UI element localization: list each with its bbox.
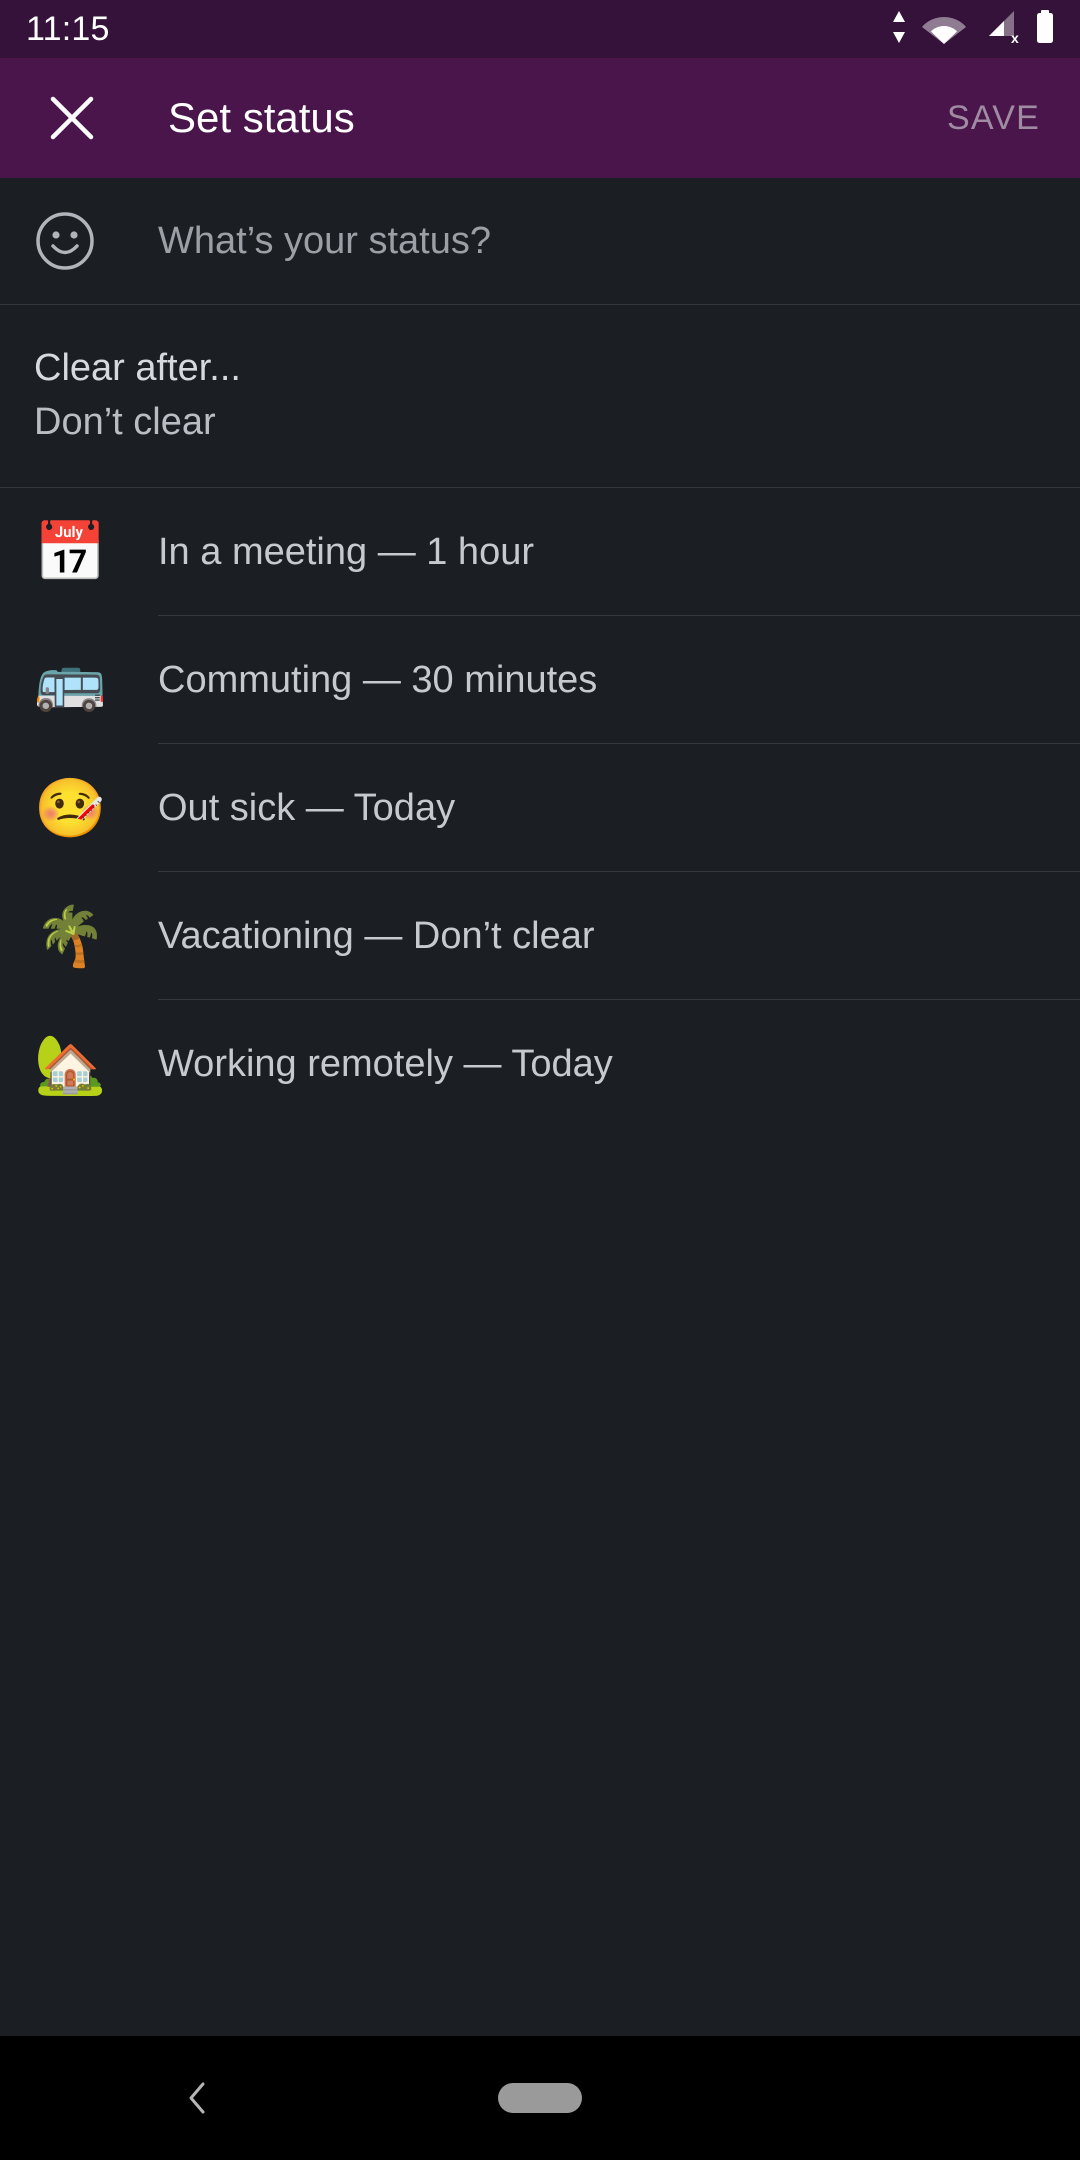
page-title: Set status — [168, 94, 355, 141]
list-item-label: Vacationing — Don’t clear — [158, 914, 595, 957]
status-bar-clock: 11:15 — [26, 10, 110, 48]
back-button[interactable] — [170, 2070, 226, 2126]
home-pill-button[interactable] — [498, 2083, 582, 2113]
list-item[interactable]: 🏡 Working remotely — Today — [0, 1000, 1080, 1128]
close-button[interactable] — [34, 80, 110, 156]
back-icon — [189, 2082, 205, 2114]
status-preset-list: 📅 In a meeting — 1 hour 🚌 Commuting — 30… — [0, 488, 1080, 1128]
clear-after-row[interactable]: Clear after... Don’t clear — [0, 305, 1080, 487]
list-item[interactable]: 📅 In a meeting — 1 hour — [0, 488, 1080, 617]
main-content: Clear after... Don’t clear 📅 In a meetin… — [0, 178, 1080, 2036]
wifi-icon — [922, 10, 966, 49]
data-transfer-icon — [890, 10, 908, 49]
smiley-outline-icon — [36, 212, 94, 270]
status-input[interactable] — [158, 219, 1080, 263]
svg-text:x: x — [1011, 30, 1019, 44]
cellular-no-sim-icon: x — [980, 10, 1020, 49]
battery-full-icon — [1034, 9, 1056, 49]
list-item[interactable]: 🌴 Vacationing — Don’t clear — [0, 872, 1080, 1001]
bus-emoji: 🚌 — [34, 646, 107, 715]
list-item-label: Working remotely — Today — [158, 1042, 613, 1085]
palm-tree-emoji: 🌴 — [34, 902, 107, 971]
system-status-bar: 11:15 x — [0, 0, 1080, 58]
clear-after-label: Clear after... — [34, 347, 241, 389]
empty-space — [0, 1128, 1080, 2036]
sick-face-emoji: 🤒 — [34, 774, 107, 843]
clear-after-value: Don’t clear — [34, 401, 216, 444]
list-item-label: Commuting — 30 minutes — [158, 658, 598, 701]
house-garden-emoji: 🏡 — [34, 1030, 107, 1099]
emoji-picker-button[interactable] — [34, 210, 158, 272]
app-bar: Set status SAVE — [0, 58, 1080, 178]
system-navigation-bar — [0, 2036, 1080, 2160]
list-item-label: In a meeting — 1 hour — [158, 530, 534, 573]
list-item[interactable]: 🚌 Commuting — 30 minutes — [0, 616, 1080, 745]
calendar-emoji: 📅 — [34, 518, 107, 587]
status-bar-icons: x — [890, 9, 1056, 49]
list-item[interactable]: 🤒 Out sick — Today — [0, 744, 1080, 873]
save-button[interactable]: SAVE — [941, 85, 1046, 152]
status-input-row[interactable] — [0, 178, 1080, 304]
list-item-label: Out sick — Today — [158, 786, 456, 829]
close-icon — [50, 96, 94, 140]
phone-screen: 11:15 x Set status SAVE What’s your stat… — [0, 0, 1080, 2160]
